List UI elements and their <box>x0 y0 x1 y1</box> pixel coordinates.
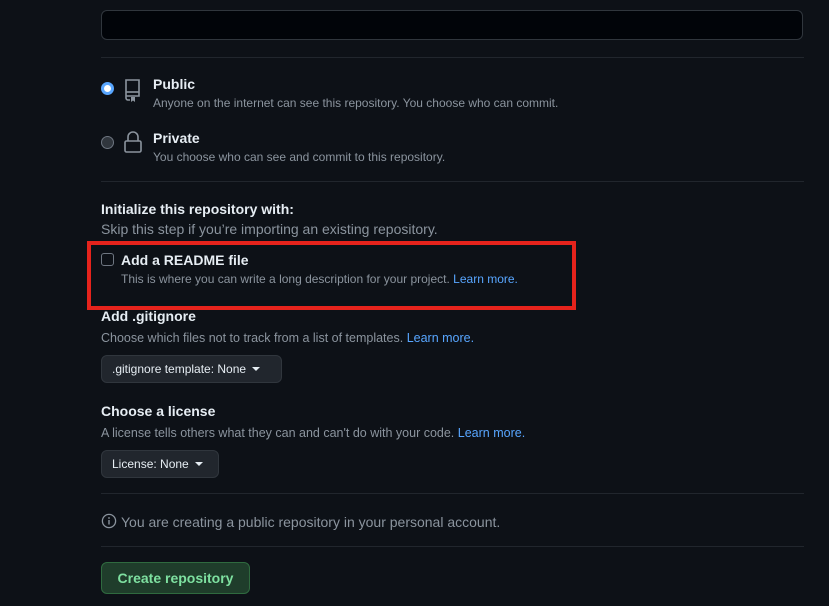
divider <box>101 493 804 494</box>
gitignore-learn-more-link[interactable]: Learn more. <box>407 331 474 345</box>
license-description-text: A license tells others what they can and… <box>101 426 455 440</box>
gitignore-description-text: Choose which files not to track from a l… <box>101 331 404 345</box>
license-button-label: License: None <box>112 457 189 471</box>
initialize-subtitle: Skip this step if you’re importing an ex… <box>101 221 438 237</box>
license-learn-more-link[interactable]: Learn more. <box>458 426 525 440</box>
private-radio[interactable] <box>101 136 114 149</box>
public-radio[interactable] <box>101 82 114 95</box>
caret-down-icon <box>194 462 203 466</box>
gitignore-description: Choose which files not to track from a l… <box>101 331 474 345</box>
create-repository-button[interactable]: Create repository <box>101 562 250 594</box>
license-button[interactable]: License: None <box>101 450 219 478</box>
public-label: Public <box>153 76 196 92</box>
info-icon <box>101 513 117 534</box>
private-description: You choose who can see and commit to thi… <box>153 150 446 164</box>
license-title: Choose a license <box>101 403 216 419</box>
public-repo-notice: You are creating a public repository in … <box>121 514 501 530</box>
lock-icon <box>123 131 143 160</box>
divider <box>101 181 804 182</box>
caret-down-icon <box>252 367 261 371</box>
public-description: Anyone on the internet can see this repo… <box>153 96 559 110</box>
private-label: Private <box>153 130 200 146</box>
description-input[interactable] <box>101 10 803 40</box>
divider <box>101 57 804 58</box>
gitignore-title: Add .gitignore <box>101 308 196 324</box>
gitignore-template-button[interactable]: .gitignore template: None <box>101 355 282 383</box>
repo-icon <box>123 78 143 107</box>
gitignore-template-label: .gitignore template: None <box>112 362 247 376</box>
license-description: A license tells others what they can and… <box>101 426 525 440</box>
divider <box>101 546 804 547</box>
highlight-box <box>87 241 576 310</box>
initialize-title: Initialize this repository with: <box>101 201 294 217</box>
